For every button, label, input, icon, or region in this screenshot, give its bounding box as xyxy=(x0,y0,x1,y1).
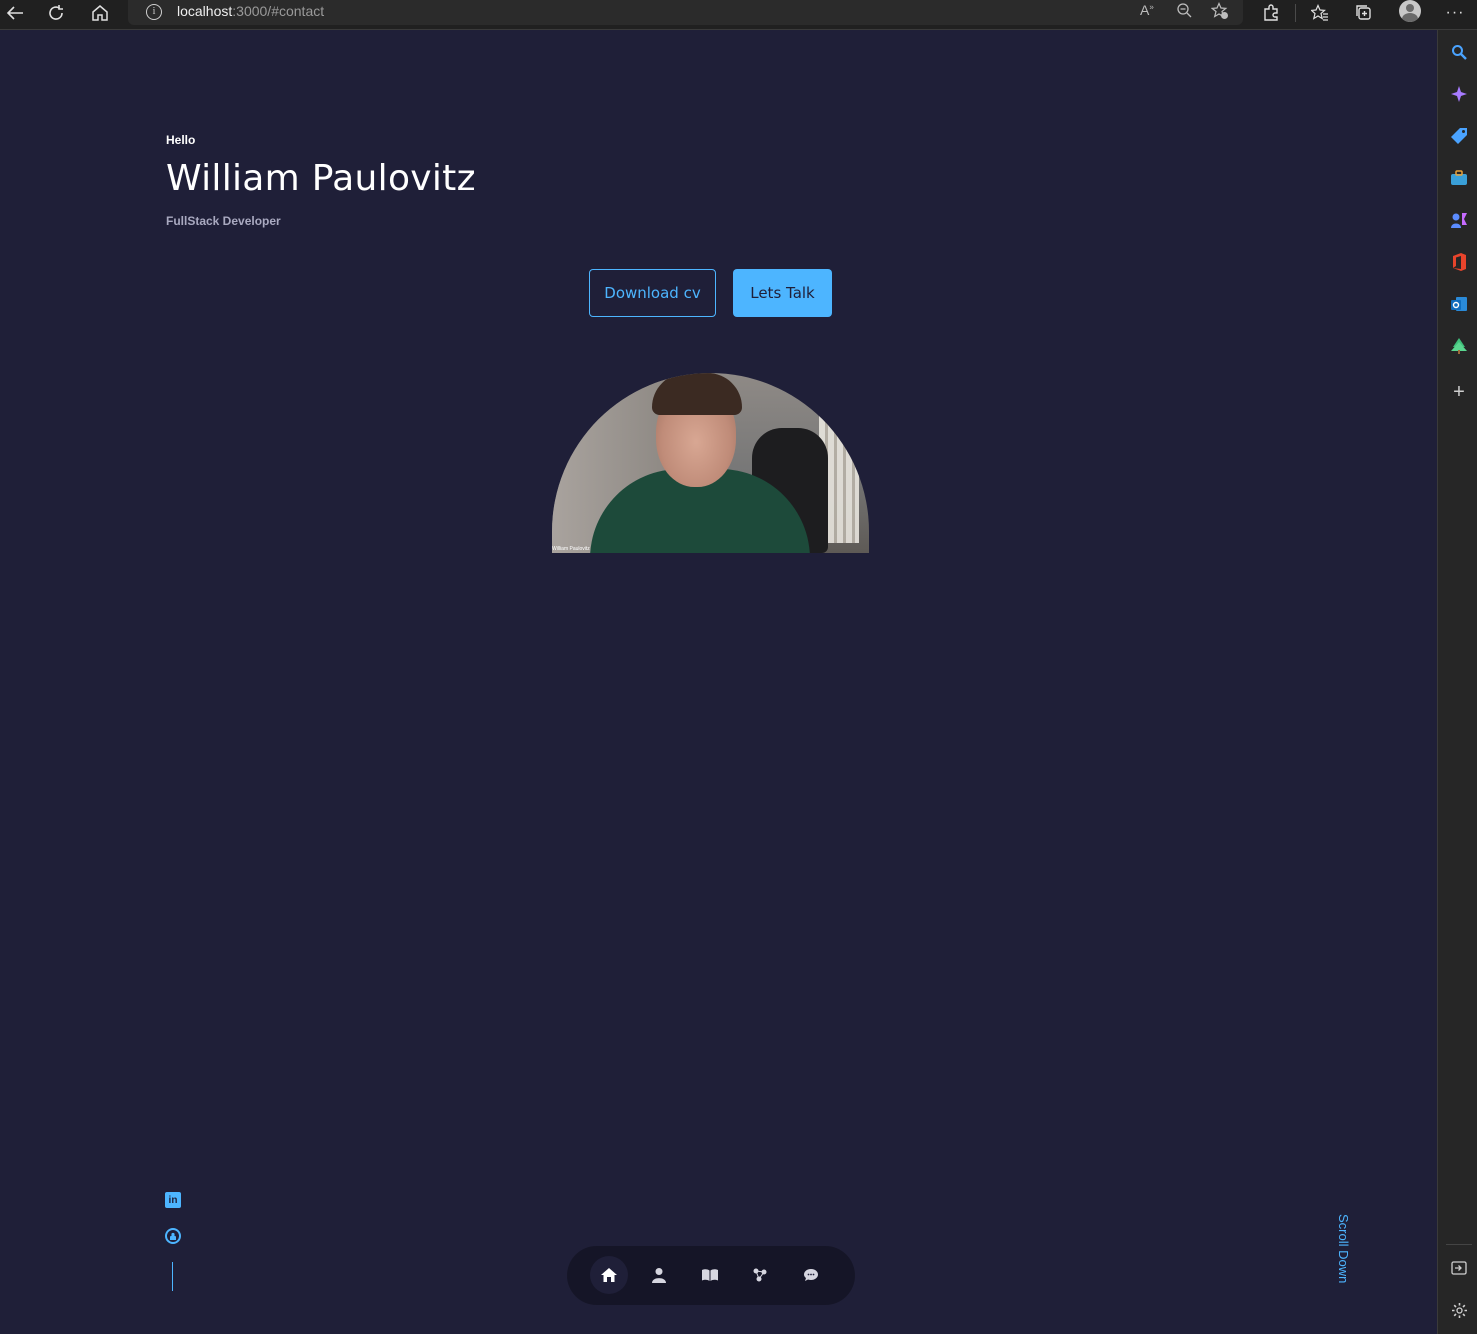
copilot-icon[interactable] xyxy=(1450,85,1468,103)
role-subtitle: FullStack Developer xyxy=(166,214,281,228)
profile-photo: William Paulovitz xyxy=(552,373,869,553)
photo-caption: William Paulovitz xyxy=(552,546,590,552)
nav-about-icon[interactable] xyxy=(640,1256,678,1294)
office-icon[interactable] xyxy=(1450,253,1468,271)
settings-gear-icon[interactable] xyxy=(1450,1301,1468,1319)
bottom-nav xyxy=(567,1246,855,1305)
page-title: William Paulovitz xyxy=(166,158,476,199)
linkedin-icon[interactable]: in xyxy=(165,1192,181,1208)
github-icon[interactable] xyxy=(165,1228,181,1244)
nav-home-icon[interactable] xyxy=(590,1256,628,1294)
greeting-text: Hello xyxy=(166,133,196,147)
zoom-out-icon[interactable] xyxy=(1176,2,1192,21)
refresh-icon[interactable] xyxy=(41,0,71,25)
download-cv-button[interactable]: Download cv xyxy=(589,269,716,317)
address-url: localhost:3000/#contact xyxy=(177,3,325,19)
address-bar[interactable]: i localhost:3000/#contact A» xyxy=(128,0,1243,25)
lets-talk-button[interactable]: Lets Talk xyxy=(733,269,832,317)
read-aloud-icon[interactable]: A» xyxy=(1140,2,1154,18)
nav-experience-icon[interactable] xyxy=(691,1256,729,1294)
back-icon[interactable] xyxy=(0,0,30,25)
outlook-icon[interactable] xyxy=(1450,295,1468,313)
browser-toolbar: i localhost:3000/#contact A» ··· xyxy=(0,0,1477,30)
games-icon[interactable] xyxy=(1450,211,1468,229)
add-favorite-icon[interactable] xyxy=(1210,2,1229,23)
nav-services-icon[interactable] xyxy=(741,1256,779,1294)
social-divider xyxy=(172,1262,173,1291)
extensions-icon[interactable] xyxy=(1256,0,1286,25)
more-menu-icon[interactable]: ··· xyxy=(1440,0,1470,25)
profile-avatar[interactable] xyxy=(1399,0,1421,22)
scroll-down-link[interactable]: Scroll Down xyxy=(1336,1214,1351,1283)
search-icon[interactable] xyxy=(1450,43,1468,61)
site-info-icon[interactable]: i xyxy=(146,4,162,20)
add-icon[interactable]: + xyxy=(1450,381,1468,403)
shopping-tag-icon[interactable] xyxy=(1450,127,1468,145)
favorites-icon[interactable] xyxy=(1305,0,1335,25)
nav-contact-icon[interactable] xyxy=(792,1256,830,1294)
tools-icon[interactable] xyxy=(1450,169,1468,187)
collections-icon[interactable] xyxy=(1349,0,1379,25)
home-browser-icon[interactable] xyxy=(85,0,115,25)
browser-sidebar: + xyxy=(1437,30,1477,1334)
hide-sidebar-icon[interactable] xyxy=(1450,1259,1468,1277)
tree-icon[interactable] xyxy=(1450,337,1468,355)
